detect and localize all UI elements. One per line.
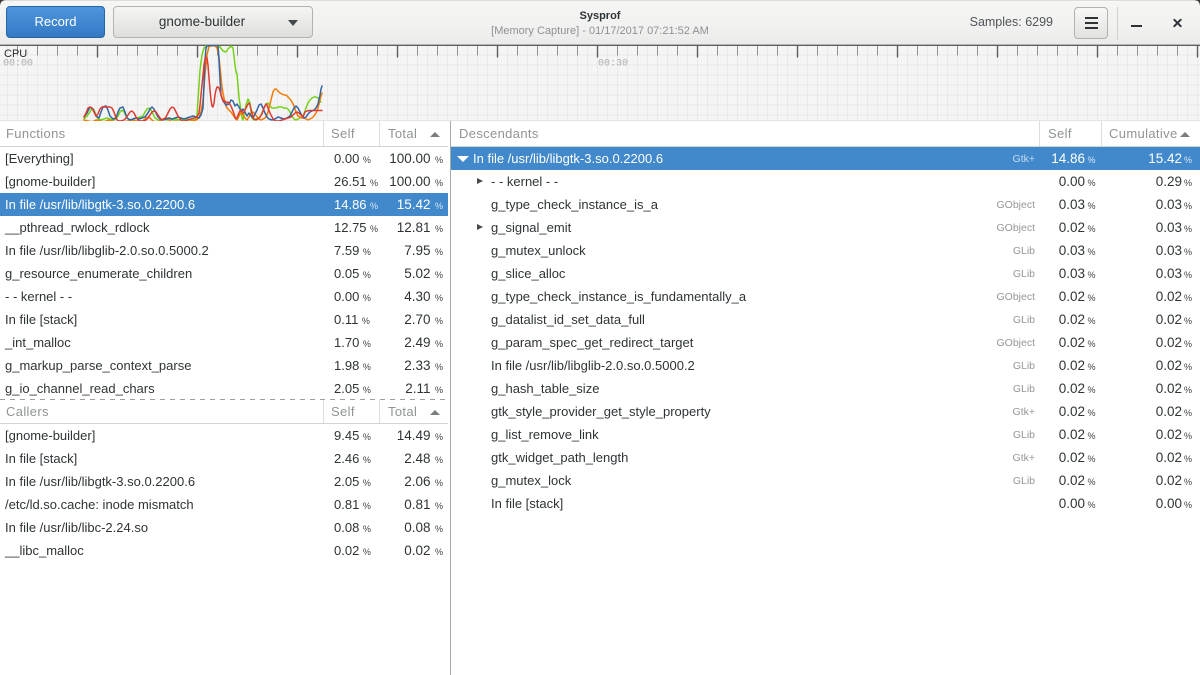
svg-text:00:00: 00:00 (3, 59, 33, 70)
svg-text:00:30: 00:30 (598, 59, 628, 70)
